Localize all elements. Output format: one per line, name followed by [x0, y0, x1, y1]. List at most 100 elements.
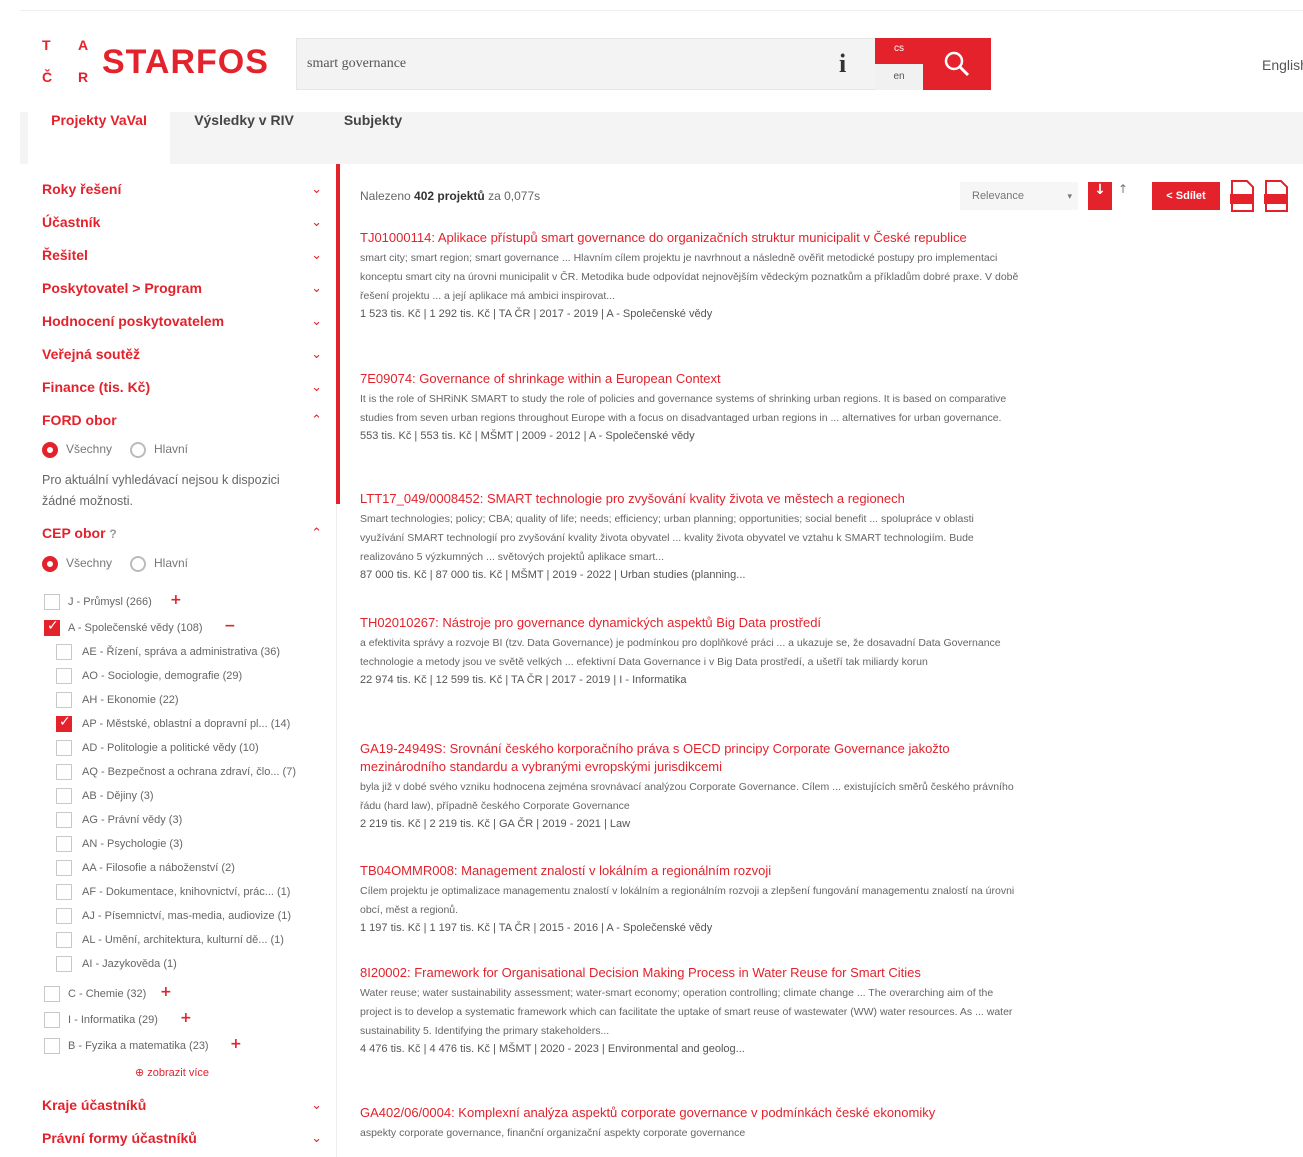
- checkbox[interactable]: [56, 692, 72, 708]
- result-title[interactable]: GA19-24949S: Srovnání českého korporační…: [360, 740, 1020, 776]
- sort-desc-button[interactable]: ↓: [1088, 182, 1112, 210]
- checkbox[interactable]: [56, 860, 72, 876]
- checkbox[interactable]: [56, 956, 72, 972]
- info-icon[interactable]: i: [839, 49, 846, 79]
- checkbox[interactable]: [56, 908, 72, 924]
- chevron-down-icon: ⌄: [311, 281, 322, 296]
- checkbox[interactable]: [44, 594, 60, 610]
- facet-poskytovatel[interactable]: Poskytovatel > Program ⌄: [42, 277, 322, 301]
- result-title[interactable]: GA402/06/0004: Komplexní analýza aspektů…: [360, 1104, 1020, 1122]
- checkbox[interactable]: [56, 764, 72, 780]
- chevron-up-icon: ⌃: [311, 413, 322, 428]
- english-link[interactable]: English: [1262, 57, 1303, 73]
- tab-projekty[interactable]: Projekty VaVaI: [28, 112, 170, 164]
- share-icon: <: [1166, 190, 1173, 202]
- expand-icon[interactable]: +: [180, 1010, 192, 1026]
- sort-asc-button[interactable]: ↑: [1118, 182, 1132, 210]
- facet-pravni-formy[interactable]: Právní formy účastníků ⌄: [42, 1127, 322, 1151]
- search-button[interactable]: [923, 38, 991, 90]
- checkbox[interactable]: [44, 1038, 60, 1054]
- result-title[interactable]: TJ01000114: Aplikace přístupů smart gove…: [360, 229, 1020, 247]
- chevron-down-icon: ⌄: [311, 314, 322, 329]
- radio-hlavni[interactable]: [130, 556, 146, 572]
- starfos-logo[interactable]: T A Č R STARFOS: [40, 33, 280, 93]
- expand-icon[interactable]: +: [160, 984, 172, 1000]
- sort-select[interactable]: Relevance ▾: [960, 182, 1078, 210]
- found-suffix: za 0,077s: [488, 189, 541, 203]
- show-more-link[interactable]: ⊕ zobrazit více: [135, 1066, 209, 1079]
- expand-icon[interactable]: +: [170, 592, 182, 608]
- radio-hlavni[interactable]: [130, 442, 146, 458]
- result-meta: 1 523 tis. Kč | 1 292 tis. Kč | TA ČR | …: [360, 308, 713, 320]
- export-xlsx-icon[interactable]: [1263, 180, 1289, 212]
- radio-vsechny[interactable]: [42, 442, 58, 458]
- export-csv-icon[interactable]: [1229, 180, 1255, 212]
- checkbox[interactable]: [56, 932, 72, 948]
- checkbox[interactable]: [56, 884, 72, 900]
- result-meta: 87 000 tis. Kč | 87 000 tis. Kč | MŠMT |…: [360, 569, 746, 581]
- share-button[interactable]: < Sdílet: [1152, 182, 1220, 210]
- facet-label: Poskytovatel > Program: [42, 280, 202, 296]
- facet-kraje[interactable]: Kraje účastníků ⌄: [42, 1094, 322, 1118]
- checkbox[interactable]: [44, 618, 60, 636]
- header: T A Č R STARFOS i cs en English: [20, 10, 1303, 110]
- checkbox[interactable]: [56, 788, 72, 804]
- chevron-down-icon: ⌄: [311, 1131, 322, 1146]
- collapse-icon[interactable]: −: [224, 618, 236, 634]
- tab-subjekty[interactable]: Subjekty: [318, 112, 428, 164]
- help-icon[interactable]: ?: [109, 527, 116, 541]
- facet-roky-reseni[interactable]: Roky řešení ⌄: [42, 178, 322, 202]
- expand-icon[interactable]: +: [230, 1036, 242, 1052]
- result-meta: 1 197 tis. Kč | 1 197 tis. Kč | TA ČR | …: [360, 922, 713, 934]
- language-switch: cs en: [875, 38, 923, 90]
- facet-ucastnik[interactable]: Účastník ⌄: [42, 211, 322, 235]
- main-tabs: Projekty VaVaI Výsledky v RIV Subjekty: [20, 112, 1303, 164]
- result-snippet: It is the role of SHRiNK SMART to study …: [360, 393, 1007, 424]
- facet-cep-obor[interactable]: CEP obor ? ⌃: [42, 522, 322, 546]
- result-title[interactable]: TB04OMMR008: Management znalostí v lokál…: [360, 862, 1020, 880]
- checkbox[interactable]: [56, 836, 72, 852]
- search-icon: [944, 51, 970, 77]
- result-title[interactable]: 7E09074: Governance of shrinkage within …: [360, 370, 1020, 388]
- facet-hodnoceni[interactable]: Hodnocení poskytovatelem ⌄: [42, 310, 322, 334]
- arrow-down-icon: ↓: [1094, 182, 1106, 198]
- result-title[interactable]: 8I20002: Framework for Organisational De…: [360, 964, 1020, 982]
- facet-verejna-soutez[interactable]: Veřejná soutěž ⌄: [42, 343, 322, 367]
- result-item: GA402/06/0004: Komplexní analýza aspektů…: [360, 1104, 1020, 1145]
- checkbox[interactable]: [44, 1012, 60, 1028]
- checkbox[interactable]: [56, 714, 72, 732]
- result-title[interactable]: TH02010267: Nástroje pro governance dyna…: [360, 614, 1020, 632]
- active-divider: [336, 164, 340, 504]
- result-item: LTT17_049/0008452: SMART technologie pro…: [360, 490, 1020, 581]
- result-snippet: Cílem projektu je optimalizace managemen…: [360, 885, 1015, 916]
- facet-finance[interactable]: Finance (tis. Kč) ⌄: [42, 376, 322, 400]
- search-input[interactable]: [307, 53, 807, 75]
- cep-item-label: AH - Ekonomie (22): [82, 694, 179, 706]
- facet-ford-obor[interactable]: FORD obor ⌃: [42, 409, 322, 433]
- checkbox[interactable]: [56, 668, 72, 684]
- tab-vysledky[interactable]: Výsledky v RIV: [170, 112, 318, 164]
- result-meta: 4 476 tis. Kč | 4 476 tis. Kč | MŠMT | 2…: [360, 1043, 745, 1055]
- result-snippet: Water reuse; water sustainability assess…: [360, 987, 1013, 1037]
- result-snippet: byla již v dobé svého vzniku hodnocena z…: [360, 781, 1014, 812]
- cep-item-label: AN - Psychologie (3): [82, 838, 183, 850]
- lang-cs-button[interactable]: cs: [875, 38, 923, 64]
- lang-en-button[interactable]: en: [875, 64, 923, 90]
- results-panel: Nalezeno 402 projektů za 0,077s Relevanc…: [355, 164, 1303, 1157]
- checkbox[interactable]: [44, 986, 60, 1002]
- chevron-down-icon: ⌄: [311, 182, 322, 197]
- chevron-down-icon: ⌄: [311, 1098, 322, 1113]
- cep-item-label: AI - Jazykověda (1): [82, 958, 177, 970]
- radio-vsechny[interactable]: [42, 556, 58, 572]
- cep-item-label: A - Společenské vědy (108): [68, 622, 203, 634]
- search-box: i: [296, 38, 876, 90]
- checkbox[interactable]: [56, 644, 72, 660]
- cep-item-label: AQ - Bezpečnost a ochrana zdraví, člo...…: [82, 766, 296, 778]
- logo-letter: R: [78, 69, 89, 85]
- result-title[interactable]: LTT17_049/0008452: SMART technologie pro…: [360, 490, 1020, 508]
- facet-resitel[interactable]: Řešitel ⌄: [42, 244, 322, 268]
- checkbox[interactable]: [56, 740, 72, 756]
- checkbox[interactable]: [56, 812, 72, 828]
- radio-label: Všechny: [66, 442, 113, 456]
- result-meta: 22 974 tis. Kč | 12 599 tis. Kč | TA ČR …: [360, 674, 687, 686]
